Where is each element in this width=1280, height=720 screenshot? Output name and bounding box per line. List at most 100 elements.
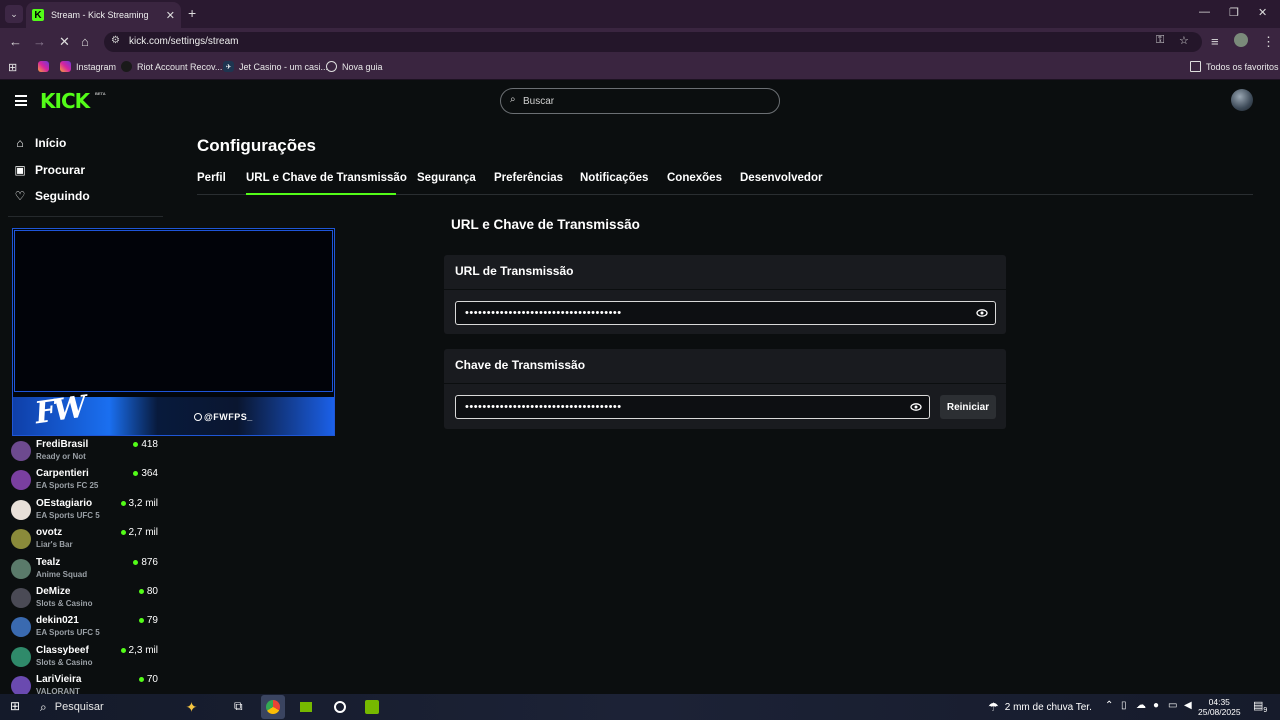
overlay-handle: @FWFPS_ [194, 412, 253, 422]
card-separator [444, 383, 1006, 384]
restore-icon[interactable]: ❐ [1229, 6, 1239, 19]
show-url-eye-icon[interactable] [976, 307, 988, 319]
bookmark-instagram[interactable]: Instagram [60, 61, 116, 72]
live-dot-icon [138, 589, 144, 594]
network-icon[interactable]: ▭ [1168, 700, 1177, 711]
minimize-icon[interactable]: — [1199, 6, 1210, 18]
search-box[interactable]: ⌕ [500, 88, 780, 114]
forward-icon[interactable]: → [33, 34, 46, 49]
sidebar-channel-item[interactable]: OEstagiario EA Sports UFC 5 3,2 mil [11, 497, 161, 524]
recording-app-icon[interactable] [328, 695, 352, 719]
sidebar-item-label: Início [35, 136, 67, 150]
channel-viewers: 79 [138, 615, 158, 626]
taskbar-search[interactable]: ⌕ Pesquisar ✦ [30, 694, 216, 720]
channel-category: Ready or Not [36, 452, 86, 461]
channel-category: EA Sports UFC 5 [36, 510, 100, 520]
tray-chevron-icon[interactable]: ⌃ [1105, 700, 1113, 711]
channel-name: Classybeef [36, 644, 89, 656]
volume-icon[interactable]: ◀ [1184, 700, 1192, 711]
channel-avatar [11, 646, 31, 667]
sidebar-channel-item[interactable]: Tealz Anime Squad 876 [11, 556, 161, 583]
riot-icon [121, 61, 132, 72]
apps-grid-icon[interactable]: ⊞ [8, 61, 17, 74]
show-key-eye-icon[interactable] [910, 401, 922, 413]
heart-icon: ♡ [14, 189, 26, 203]
onedrive-cloud-icon[interactable]: ☁ [1136, 700, 1146, 711]
sidebar-channel-item[interactable]: DeMize Slots & Casino 80 [11, 585, 161, 612]
bookmark-instagram-icon-only[interactable] [38, 61, 54, 72]
stream-key-field[interactable]: •••••••••••••••••••••••••••••••••••• [455, 395, 930, 419]
new-tab-icon[interactable]: + [188, 5, 196, 21]
stream-url-field[interactable]: •••••••••••••••••••••••••••••••••••• [455, 301, 996, 325]
notification-center-icon[interactable]: ▤9 [1253, 699, 1267, 714]
all-bookmarks[interactable]: Todos os favoritos [1190, 61, 1279, 72]
viewer-count: 80 [146, 586, 158, 597]
tab-perfil[interactable]: Perfil [197, 172, 226, 184]
sidebar-channel-item[interactable]: dekin021 EA Sports UFC 5 79 [11, 614, 161, 641]
profile-icon[interactable] [1234, 33, 1248, 47]
bookmark-star-icon[interactable]: ☆ [1179, 34, 1189, 47]
address-bar[interactable]: ⚙ kick.com/settings/stream ⚿ ☆ [104, 32, 1202, 52]
window-close-icon[interactable]: ✕ [1258, 6, 1267, 19]
sidebar-channel-item[interactable]: Classybeef Slots & Casino 2,3 mil [11, 644, 161, 671]
channel-avatar [11, 470, 31, 491]
tray-app-icon[interactable]: ▯ [1121, 700, 1127, 711]
globe-icon [326, 61, 337, 72]
tab-seguranca[interactable]: Segurança [417, 172, 476, 184]
section-title: URL e Chave de Transmissão [451, 217, 640, 232]
menu-hamburger-icon[interactable] [15, 95, 27, 109]
tab-conexoes[interactable]: Conexões [667, 172, 722, 184]
live-dot-icon [120, 530, 126, 536]
channel-avatar [11, 441, 31, 461]
bookmarks-bar: ⊞ Instagram Riot Account Recov... ✈ Jet … [0, 56, 1280, 80]
channel-name: DeMize [36, 586, 71, 597]
nvidia-icon[interactable] [294, 695, 318, 719]
reset-key-button[interactable]: Reiniciar [940, 395, 996, 419]
password-key-icon[interactable]: ⚿ [1156, 34, 1164, 47]
site-info-icon[interactable]: ⚙ [111, 35, 120, 46]
user-avatar[interactable] [1231, 89, 1253, 111]
tab-list-button[interactable]: ⌄ [5, 5, 23, 23]
sidebar-channel-item[interactable]: FrediBrasil Ready or Not 418 [11, 438, 161, 465]
chrome-taskbar-icon[interactable] [261, 695, 285, 719]
tab-desenvolvedor[interactable]: Desenvolvedor [740, 172, 822, 184]
page-title: Configurações [197, 136, 317, 155]
channel-viewers: 418 [133, 439, 158, 450]
channel-name: OEstagiario [36, 497, 93, 509]
channel-category: Anime Squad [36, 569, 88, 579]
bookmark-riot[interactable]: Riot Account Recov... [121, 61, 222, 72]
task-view-icon[interactable]: ⧉ [234, 699, 243, 714]
system-clock[interactable]: 04:35 25/08/2025 [1198, 697, 1241, 717]
menu-dots-icon[interactable]: ⋮ [1262, 34, 1275, 50]
tab-notificacoes[interactable]: Notificações [580, 172, 648, 184]
bookmark-jet-casino[interactable]: ✈ Jet Casino - um casi... [223, 61, 328, 72]
tab-close-icon[interactable]: ✕ [166, 9, 175, 22]
all-bookmarks-label: Todos os favoritos [1206, 61, 1279, 72]
microphone-icon[interactable]: ● [1153, 700, 1159, 711]
search-input[interactable] [523, 93, 763, 109]
sidebar-item-inicio[interactable]: ⌂ Início [13, 136, 66, 150]
weather-widget[interactable]: ☂ 2 mm de chuva Ter. [988, 700, 1092, 714]
stop-loading-icon[interactable]: ✕ [59, 34, 70, 50]
bookmark-nova-guia[interactable]: Nova guia [326, 61, 383, 72]
overlay-handle-text: @FWFPS_ [204, 412, 253, 422]
tab-url-chave[interactable]: URL e Chave de Transmissão [246, 172, 407, 184]
sidebar-item-seguindo[interactable]: ♡ Seguindo [13, 189, 90, 203]
viewer-count: 2,7 mil [128, 527, 158, 539]
home-browser-icon[interactable]: ⌂ [81, 34, 89, 49]
instagram-icon [60, 61, 71, 72]
tab-preferencias[interactable]: Preferências [494, 172, 563, 184]
geforce-app-icon[interactable] [360, 695, 384, 719]
browser-tab[interactable]: K Stream - Kick Streaming ✕ [26, 2, 181, 28]
tab-search-icon[interactable]: ≡ [1211, 34, 1219, 49]
sidebar-item-procurar[interactable]: ▣ Procurar [13, 163, 85, 177]
sidebar-item-label: Seguindo [35, 189, 90, 203]
sidebar-channel-item[interactable]: Carpentieri EA Sports FC 25 364 [11, 467, 161, 494]
windows-start-icon[interactable]: ⊞ [10, 699, 20, 713]
sidebar-channel-item[interactable]: ovotz Liar's Bar 2,7 mil [11, 526, 161, 553]
kick-logo[interactable]: KICK [40, 89, 90, 113]
card-separator [444, 289, 1006, 290]
sidebar-item-label: Procurar [35, 163, 86, 177]
instagram-icon [38, 61, 49, 72]
back-icon[interactable]: ← [9, 34, 22, 49]
